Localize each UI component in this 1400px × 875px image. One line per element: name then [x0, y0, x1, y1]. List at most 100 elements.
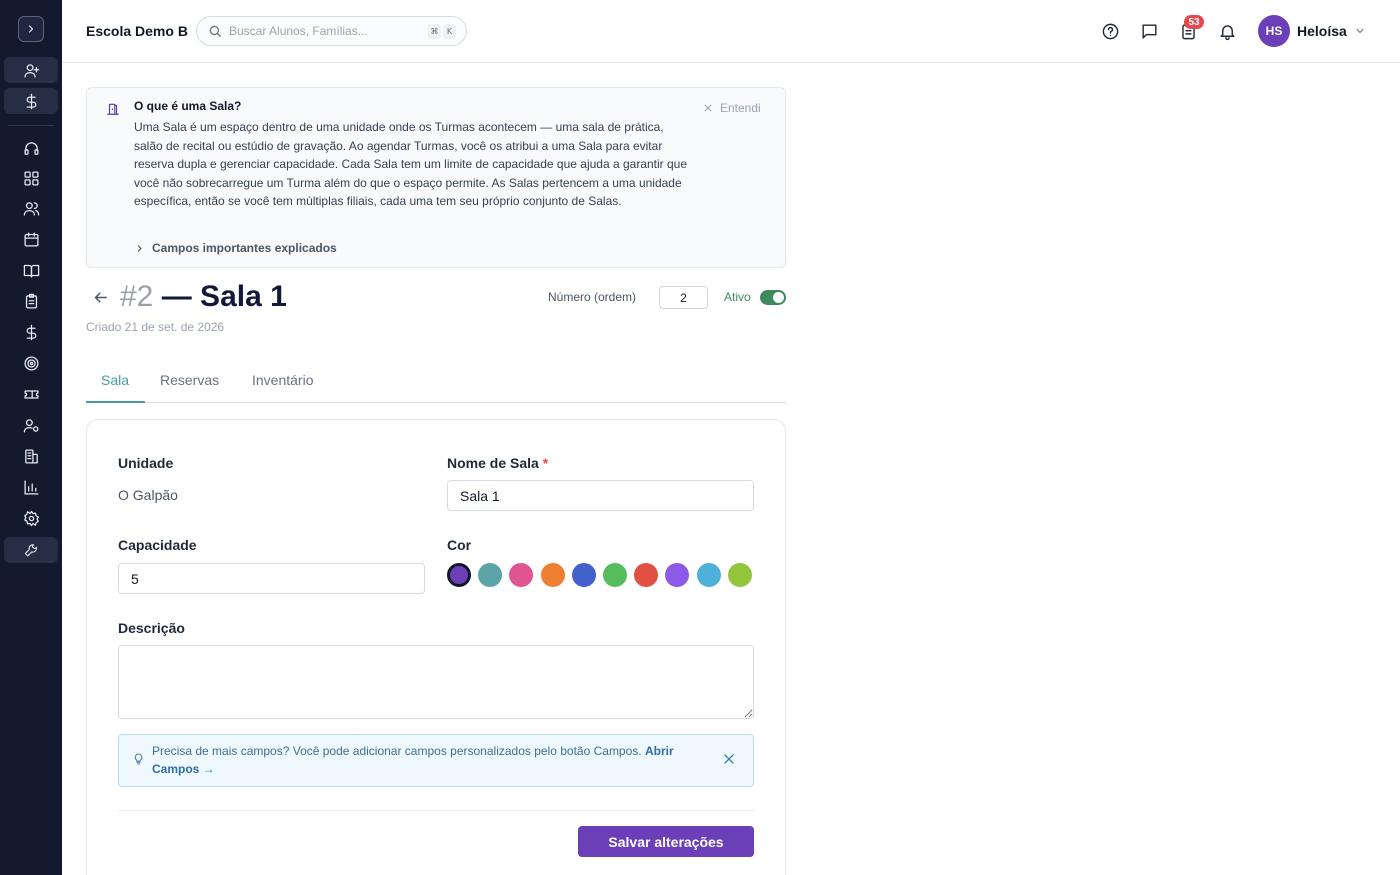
color-swatch[interactable]: [665, 563, 690, 587]
room-form-card: Unidade O Galpão Nome de Sala * Capacida…: [86, 419, 786, 875]
school-name: Escola Demo B: [86, 23, 188, 39]
users-icon: [23, 201, 39, 216]
description-label: Descrição: [118, 620, 185, 636]
clipboard-icon: [25, 293, 37, 309]
close-icon: [704, 104, 712, 112]
sidebar: [0, 0, 62, 875]
form-divider: [118, 810, 754, 811]
sidebar-item-tools[interactable]: [4, 537, 58, 563]
user-plus-icon: [23, 63, 39, 78]
order-label: Número (ordem): [548, 290, 637, 304]
sidebar-divider: [8, 125, 54, 126]
sidebar-item-tickets[interactable]: [4, 381, 58, 407]
sidebar-toggle-button[interactable]: [18, 16, 44, 42]
search-input[interactable]: [229, 21, 419, 41]
wrench-icon: [24, 543, 37, 556]
shortcut-key-cmd: ⌘: [428, 24, 441, 39]
chevron-down-icon[interactable]: [1354, 25, 1366, 37]
message-square-icon: [1141, 23, 1157, 39]
capacity-label: Capacidade: [118, 537, 197, 553]
description-textarea[interactable]: [118, 645, 754, 719]
sidebar-item-goals[interactable]: [4, 350, 58, 376]
bar-chart-icon: [23, 479, 39, 495]
dismiss-button[interactable]: Entendi: [703, 101, 761, 115]
color-label: Cor: [447, 537, 472, 553]
book-open-icon: [23, 264, 39, 278]
color-swatch[interactable]: [478, 563, 503, 587]
info-title: O que é uma Sala?: [134, 99, 242, 113]
sidebar-item-billing[interactable]: [4, 319, 58, 345]
tip-message: Precisa de mais campos? Você pode adicio…: [152, 744, 642, 758]
help-button[interactable]: [1100, 21, 1120, 41]
tab-inventario[interactable]: Inventário: [252, 372, 313, 401]
global-search[interactable]: ⌘ K: [196, 16, 467, 46]
search-icon: [209, 25, 221, 37]
grid-icon: [23, 170, 39, 186]
custom-fields-tip: Precisa de mais campos? Você pode adicio…: [118, 734, 754, 787]
sidebar-item-dashboard[interactable]: [4, 165, 58, 191]
messages-button[interactable]: [1139, 21, 1159, 41]
sidebar-item-attendance[interactable]: [4, 288, 58, 314]
sidebar-item-units[interactable]: [4, 443, 58, 469]
order-input[interactable]: [659, 286, 708, 309]
dollar-icon: [26, 93, 36, 109]
user-name[interactable]: Heloísa: [1297, 23, 1347, 39]
tab-bar: Sala Reservas Inventário: [86, 362, 786, 403]
notifications-button[interactable]: [1217, 21, 1237, 41]
shortcut-key-k: K: [443, 24, 456, 39]
unit-value: O Galpão: [118, 487, 178, 503]
gear-icon: [23, 510, 39, 526]
tasks-count-badge: 53: [1184, 15, 1204, 29]
save-button[interactable]: Salvar alterações: [578, 826, 754, 857]
target-icon: [23, 355, 39, 371]
room-title: — Sala 1: [161, 280, 287, 313]
record-number: #2: [120, 280, 154, 313]
room-name-input[interactable]: [447, 480, 754, 511]
sidebar-item-calendar[interactable]: [4, 226, 58, 252]
active-label: Ativo: [724, 290, 751, 304]
capacity-input[interactable]: [118, 563, 425, 594]
headset-icon: [23, 141, 39, 155]
sidebar-item-people[interactable]: [4, 195, 58, 221]
user-cog-icon: [23, 418, 39, 433]
unit-label: Unidade: [118, 455, 174, 471]
sidebar-item-finance[interactable]: [4, 88, 58, 114]
sidebar-item-settings[interactable]: [4, 505, 58, 531]
color-swatch[interactable]: [634, 563, 659, 587]
user-avatar[interactable]: HS: [1258, 15, 1290, 47]
required-marker: *: [542, 455, 549, 471]
color-swatch[interactable]: [696, 563, 721, 587]
lightbulb-icon: [134, 753, 143, 765]
info-panel: O que é uma Sala? Uma Sala é um espaço d…: [86, 87, 786, 268]
room-name-label-text: Nome de Sala: [447, 455, 539, 471]
tab-reservas[interactable]: Reservas: [160, 372, 219, 401]
sidebar-item-add-user[interactable]: [4, 57, 58, 83]
created-date: Criado 21 de set. de 2026: [86, 320, 225, 334]
expand-label: Campos importantes explicados: [152, 241, 337, 255]
color-swatch[interactable]: [571, 563, 596, 587]
sidebar-item-staff[interactable]: [4, 412, 58, 438]
color-swatch[interactable]: [540, 563, 565, 587]
sidebar-item-catalog[interactable]: [4, 257, 58, 283]
tab-sala[interactable]: Sala: [86, 372, 145, 403]
color-swatch[interactable]: [509, 563, 534, 587]
dismiss-label: Entendi: [720, 101, 761, 115]
expand-fields-toggle[interactable]: Campos importantes explicados: [135, 241, 337, 255]
color-swatch[interactable]: [602, 563, 627, 587]
door-icon: [107, 103, 119, 115]
active-toggle[interactable]: [760, 290, 786, 305]
color-picker: [447, 563, 752, 587]
top-header: Escola Demo B ⌘ K 53 HS Heloísa: [62, 0, 1400, 63]
back-arrow-icon[interactable]: [92, 289, 109, 306]
calendar-icon: [23, 231, 39, 247]
color-swatch[interactable]: [447, 563, 471, 587]
page-title: #2 — Sala 1: [120, 280, 287, 314]
help-circle-icon: [1102, 23, 1118, 39]
chevron-right-icon: [28, 25, 34, 33]
info-body: Uma Sala é um espaço dentro de uma unida…: [134, 120, 688, 209]
sidebar-item-support[interactable]: [4, 135, 58, 161]
close-icon[interactable]: [722, 752, 736, 766]
color-swatch[interactable]: [727, 563, 752, 587]
building-icon: [24, 448, 38, 464]
sidebar-item-reports[interactable]: [4, 474, 58, 500]
